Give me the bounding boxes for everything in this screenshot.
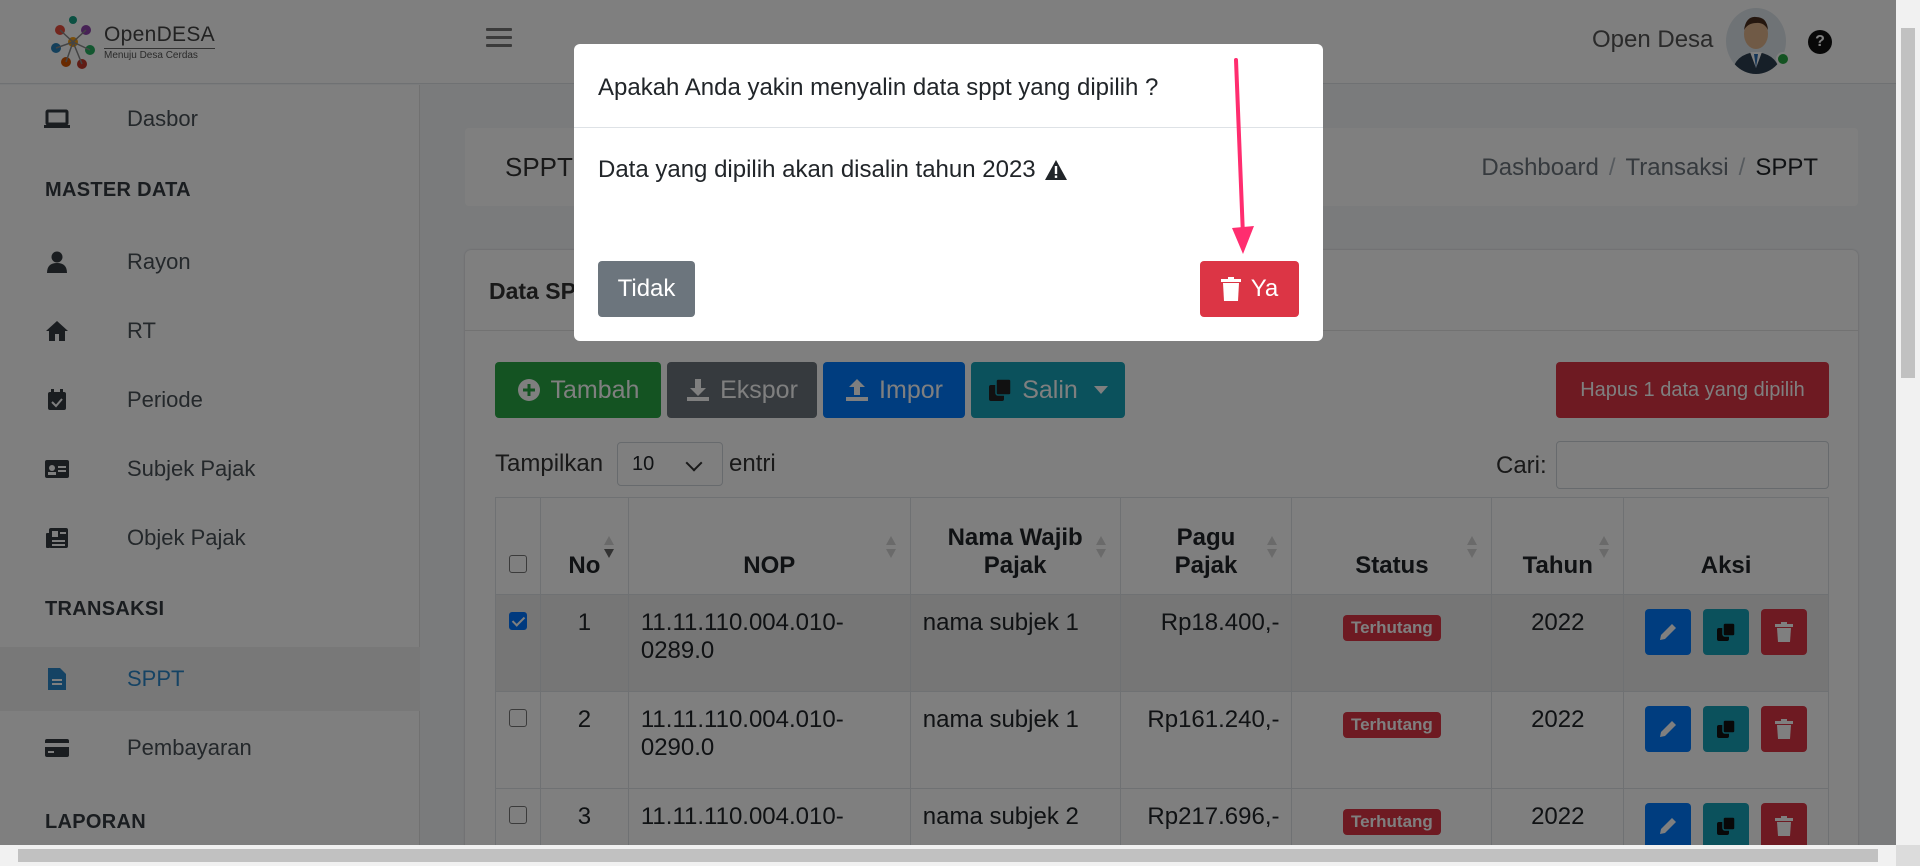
- warning-triangle-icon: [1044, 160, 1067, 180]
- horizontal-scrollbar[interactable]: [0, 845, 1896, 866]
- confirm-copy-modal: Apakah Anda yakin menyalin data sppt yan…: [574, 44, 1323, 341]
- modal-body-text: Data yang dipilih akan disalin tahun 202…: [598, 156, 1036, 183]
- annotation-arrow-icon: [1232, 58, 1254, 254]
- trash-icon: [1220, 277, 1241, 301]
- ya-label: Ya: [1250, 275, 1279, 302]
- scrollbar-thumb[interactable]: [1901, 28, 1915, 378]
- modal-divider: [574, 127, 1323, 128]
- scrollbar-thumb[interactable]: [18, 849, 1878, 862]
- modal-title: Apakah Anda yakin menyalin data sppt yan…: [598, 74, 1159, 101]
- vertical-scrollbar[interactable]: [1896, 0, 1920, 845]
- ya-button[interactable]: Ya: [1200, 261, 1299, 317]
- tidak-button[interactable]: Tidak: [598, 261, 695, 317]
- modal-body: Data yang dipilih akan disalin tahun 202…: [598, 156, 1068, 184]
- scrollbar-corner: [1896, 845, 1920, 866]
